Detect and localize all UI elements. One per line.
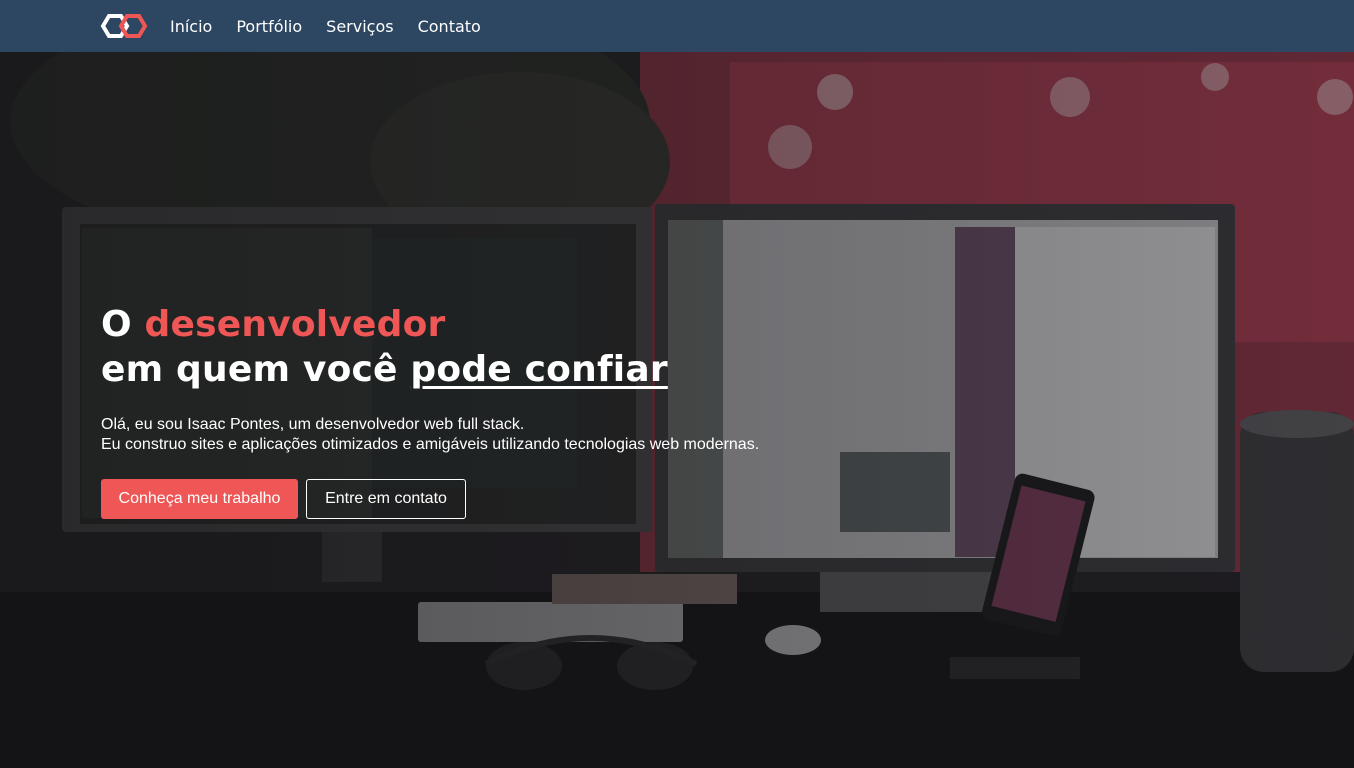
hero-title-underlined: pode confiar <box>410 349 668 390</box>
contact-cta-button[interactable]: Entre em contato <box>306 479 466 519</box>
hero-intro-line-2: Eu construo sites e aplicações otimizado… <box>101 436 760 453</box>
hero-section <box>0 52 1354 768</box>
portfolio-cta-button[interactable]: Conheça meu trabalho <box>101 479 298 519</box>
nav-link-inicio[interactable]: Início <box>170 17 212 36</box>
hero-title: O desenvolvedor em quem você pode confia… <box>101 302 901 392</box>
nav-menu: Início Portfólio Serviços Contato <box>170 0 505 52</box>
nav-link-contato[interactable]: Contato <box>418 17 481 36</box>
hero-intro: Olá, eu sou Isaac Pontes, um desenvolved… <box>101 415 861 455</box>
hero-intro-line-1: Olá, eu sou Isaac Pontes, um desenvolved… <box>101 416 525 433</box>
hero-title-prefix: O <box>101 304 145 345</box>
top-navbar: Início Portfólio Serviços Contato <box>0 0 1354 52</box>
hero-title-accent: desenvolvedor <box>144 304 446 345</box>
nav-link-portfolio[interactable]: Portfólio <box>236 17 302 36</box>
hexagon-link-logo-icon[interactable] <box>100 12 148 40</box>
hero-dark-overlay <box>0 52 1354 768</box>
hero-title-line2: em quem você <box>101 349 411 390</box>
nav-link-servicos[interactable]: Serviços <box>326 17 393 36</box>
